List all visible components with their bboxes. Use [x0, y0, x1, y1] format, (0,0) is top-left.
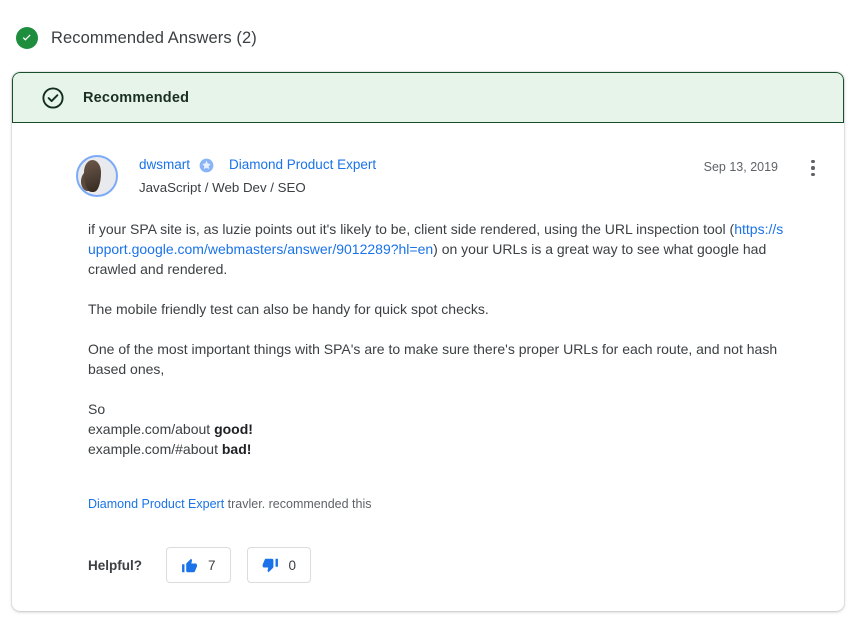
- thumbs-up-button[interactable]: 7: [166, 547, 231, 583]
- answer-card: Recommended dwsmart Diamond Product Expe…: [12, 72, 844, 611]
- helpful-label: Helpful?: [88, 557, 142, 573]
- author-name-link[interactable]: dwsmart: [139, 155, 190, 175]
- avatar: [76, 155, 118, 197]
- thumbs-down-count: 0: [288, 557, 297, 573]
- recommender-rest: travler. recommended this: [224, 497, 372, 511]
- paragraph-2: The mobile friendly test can also be han…: [88, 301, 489, 317]
- post-date: Sep 13, 2019: [703, 160, 778, 174]
- paragraph-3: One of the most important things with SP…: [88, 341, 778, 377]
- author-subtitle: JavaScript / Web Dev / SEO: [139, 180, 306, 195]
- author-meta: dwsmart Diamond Product Expert JavaScrip…: [139, 155, 704, 195]
- answer-text: if your SPA site is, as luzie points out…: [12, 197, 844, 459]
- author-row: dwsmart Diamond Product Expert JavaScrip…: [12, 123, 844, 197]
- author-expert-badge-label[interactable]: Diamond Product Expert: [229, 155, 376, 175]
- example-good-url: example.com/about: [88, 421, 215, 437]
- thumb-up-icon: [181, 557, 198, 574]
- page-title: Recommended Answers (2): [51, 28, 257, 47]
- example-good-label: good!: [214, 421, 253, 437]
- author-identity-line: dwsmart Diamond Product Expert: [139, 155, 704, 175]
- recommended-banner: Recommended: [12, 72, 844, 123]
- paragraph-4: So example.com/about good! example.com/#…: [88, 399, 784, 459]
- thumbs-up-count: 7: [208, 557, 216, 573]
- thumbs-down-button[interactable]: 0: [246, 547, 312, 583]
- diamond-product-expert-star-icon: [199, 158, 214, 173]
- thumb-down-icon: [262, 557, 279, 574]
- check-circle-icon: [16, 27, 38, 49]
- paragraph-1: if your SPA site is, as luzie points out…: [88, 219, 784, 279]
- example-bad-url: example.com/#about: [88, 441, 222, 457]
- recommender-expert-link[interactable]: Diamond Product Expert: [88, 497, 224, 511]
- example-intro: So: [88, 401, 106, 417]
- example-bad-label: bad!: [221, 441, 252, 457]
- recommended-by-line: Diamond Product Expert travler. recommen…: [12, 459, 844, 513]
- check-circle-outline-icon: [41, 86, 65, 110]
- paragraph-1-prefix: if your SPA site is, as luzie points out…: [88, 221, 735, 237]
- recommended-answers-header: Recommended Answers (2): [0, 0, 856, 51]
- helpful-row: Helpful? 7 0: [12, 513, 844, 583]
- answer-body: dwsmart Diamond Product Expert JavaScrip…: [12, 123, 844, 611]
- more-vertical-icon[interactable]: [800, 155, 826, 181]
- recommended-banner-label: Recommended: [83, 89, 190, 106]
